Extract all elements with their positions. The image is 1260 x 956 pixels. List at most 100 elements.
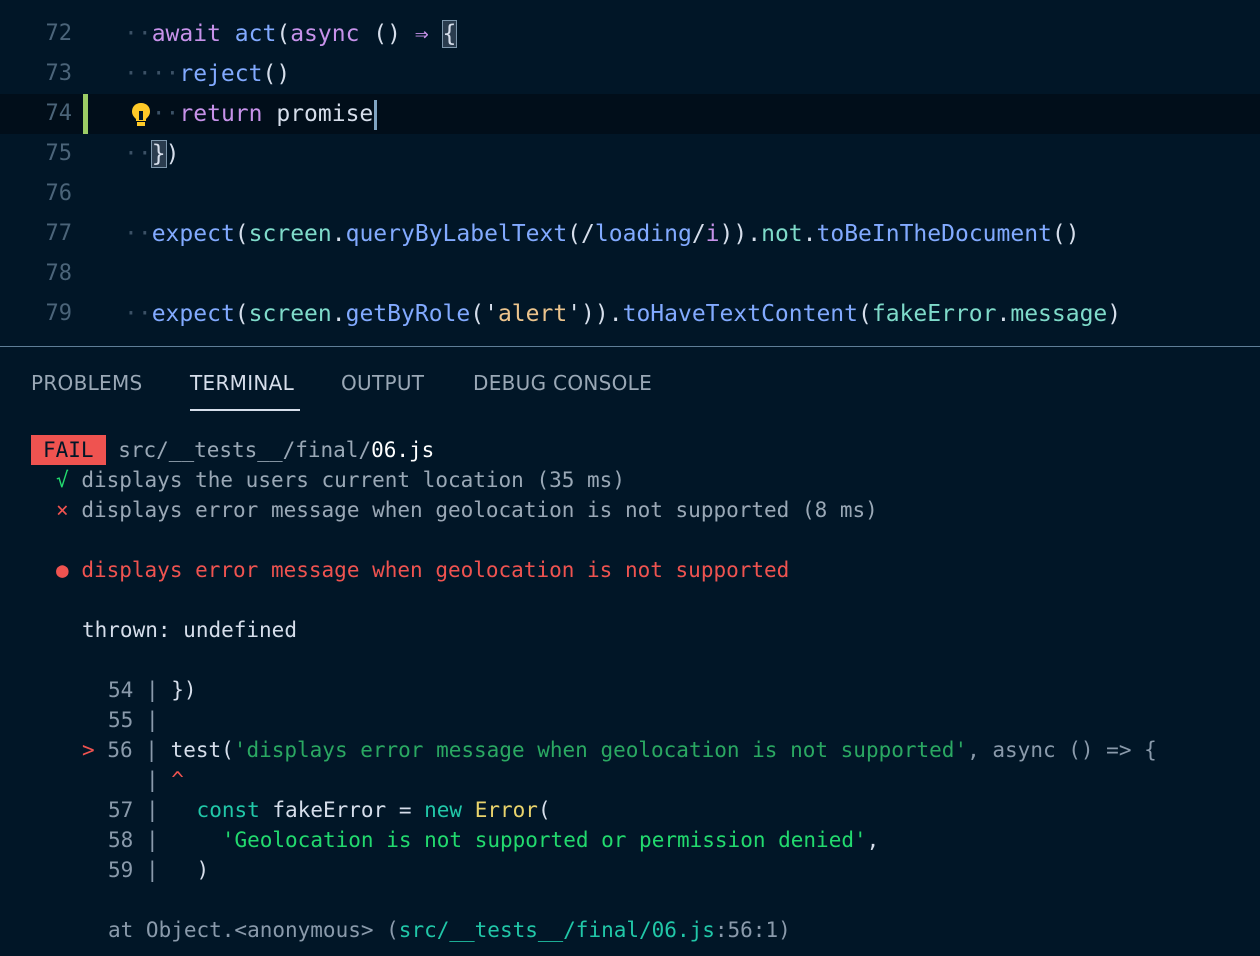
- code-token: toHaveTextContent: [622, 301, 858, 327]
- stack-file-link[interactable]: src/__tests__/final/06.js: [399, 918, 715, 942]
- snippet-string: 'Geolocation is not supported or permiss…: [221, 828, 867, 852]
- line-number: 79: [45, 301, 73, 326]
- code-token: promise: [276, 101, 374, 127]
- code-token: .: [802, 221, 817, 247]
- code-text: ··expect(screen.getByRole('alert')).toHa…: [124, 294, 1121, 334]
- caret-icon: ^: [171, 768, 184, 792]
- test-result-pass: √ displays the users current location (3…: [56, 465, 625, 495]
- code-token: (): [373, 21, 415, 47]
- snippet-string: 'displays error message when geolocation…: [233, 738, 968, 762]
- code-token: toBeInTheDocument: [816, 221, 1052, 247]
- code-token: reject: [179, 61, 263, 87]
- snippet-keyword: const: [196, 798, 260, 822]
- code-token: (: [858, 301, 872, 327]
- code-token: screen: [248, 221, 332, 247]
- fail-cross-icon: ×: [56, 498, 69, 522]
- snippet-code: ): [196, 858, 210, 882]
- stack-location: :56:1: [714, 918, 779, 942]
- code-token: (': [470, 301, 498, 327]
- thrown-label: thrown:: [82, 618, 171, 642]
- line-number: 72: [45, 21, 73, 46]
- code-token: /: [691, 221, 706, 247]
- code-token: queryByLabelText: [345, 221, 568, 247]
- snippet-caret-line: | ^: [108, 765, 184, 795]
- code-token: ): [1107, 301, 1122, 327]
- snippet-line-55: 55 |: [108, 705, 159, 735]
- code-token: loading: [594, 221, 692, 247]
- snippet-code: ,: [866, 828, 880, 852]
- pass-test-name: displays the users current location (35 …: [81, 468, 625, 492]
- editor-line[interactable]: 77 ··expect(screen.queryByLabelText(/load…: [0, 214, 1260, 254]
- code-token: (: [276, 21, 291, 47]
- snippet-line-54: 54 | }): [108, 675, 197, 705]
- code-token: (): [1051, 221, 1080, 247]
- bottom-panel: PROBLEMS TERMINAL OUTPUT DEBUG CONSOLE F…: [0, 347, 1260, 956]
- editor-line[interactable]: 78: [0, 254, 1260, 294]
- line-number: 75: [45, 141, 73, 166]
- snippet-code: }): [171, 678, 197, 702]
- snippet-pipe: |: [145, 678, 159, 702]
- code-text: ··expect(screen.queryByLabelText(/loadin…: [124, 214, 1080, 254]
- test-result-fail: × displays error message when geolocatio…: [56, 495, 878, 525]
- code-token: (): [262, 61, 291, 87]
- snippet-line-number: 58: [108, 828, 134, 852]
- snippet-pipe: |: [145, 858, 159, 882]
- snippet-code: (: [537, 798, 551, 822]
- code-text: ··await act(async () ⇒ {: [124, 14, 458, 54]
- error-heading: ● displays error message when geolocatio…: [56, 555, 789, 585]
- snippet-pipe: |: [145, 828, 159, 852]
- stack-suffix: ): [778, 918, 791, 942]
- code-token: ⇒: [414, 21, 443, 47]
- line-number: 78: [45, 261, 73, 286]
- matching-bracket: {: [441, 20, 458, 48]
- code-token: alert: [497, 301, 568, 327]
- code-token: .: [996, 301, 1011, 327]
- code-token: act: [234, 21, 277, 47]
- code-token: .: [608, 301, 623, 327]
- stack-trace: at Object.<anonymous> (src/__tests__/fin…: [108, 915, 791, 945]
- snippet-operator: =: [398, 798, 412, 822]
- snippet-line-56: > 56 | test('displays error message when…: [82, 735, 1157, 765]
- code-token: return: [179, 101, 277, 127]
- code-token: ')): [567, 301, 609, 327]
- code-token: message: [1010, 301, 1108, 327]
- editor-line[interactable]: 75 ··}): [0, 134, 1260, 174]
- test-file-header: FAIL src/__tests__/final/06.js: [31, 435, 434, 465]
- fail-test-name: displays error message when geolocation …: [81, 498, 878, 522]
- code-token: expect: [151, 221, 235, 247]
- code-token: async: [290, 21, 374, 47]
- text-cursor: [374, 99, 378, 130]
- terminal-output[interactable]: FAIL src/__tests__/final/06.js √ display…: [0, 347, 1260, 956]
- stack-prefix: at Object.<anonymous> (: [108, 918, 399, 942]
- editor-line[interactable]: 72 ··await act(async () ⇒ {: [0, 14, 1260, 54]
- indent-guide: ··: [124, 21, 152, 47]
- error-bullet-icon: ●: [56, 558, 69, 582]
- test-file-dir: src/__tests__/final/: [118, 438, 372, 462]
- snippet-pipe: |: [145, 768, 159, 792]
- snippet-class: Error: [474, 798, 538, 822]
- snippet-line-number: 59: [108, 858, 134, 882]
- editor-line[interactable]: 74 ····return promise: [0, 94, 1260, 134]
- code-text: ··}): [124, 134, 179, 174]
- editor-line[interactable]: 79 ··expect(screen.getByRole('alert')).to…: [0, 294, 1260, 334]
- code-token: .: [747, 221, 762, 247]
- code-token: expect: [151, 301, 235, 327]
- code-token: getByRole: [345, 301, 471, 327]
- code-token: ): [165, 141, 180, 167]
- thrown-value: undefined: [183, 618, 297, 642]
- code-text: ····return promise: [124, 94, 378, 134]
- line-number: 73: [45, 61, 73, 86]
- code-token: i: [705, 221, 720, 247]
- editor-line[interactable]: 76: [0, 174, 1260, 214]
- lightbulb-icon[interactable]: [130, 102, 152, 128]
- code-editor[interactable]: 72 ··await act(async () ⇒ {73 ····reject()…: [0, 0, 1260, 346]
- code-token: .: [331, 221, 346, 247]
- snippet-line-number: 54: [108, 678, 134, 702]
- indent-guide: ··: [124, 141, 152, 167]
- snippet-line-58: 58 | 'Geolocation is not supported or pe…: [108, 825, 879, 855]
- snippet-pipe: |: [145, 708, 159, 732]
- error-title: displays error message when geolocation …: [81, 558, 790, 582]
- editor-line[interactable]: 73 ····reject(): [0, 54, 1260, 94]
- snippet-line-number: 55: [108, 708, 134, 732]
- indent-guide: ··: [151, 101, 180, 127]
